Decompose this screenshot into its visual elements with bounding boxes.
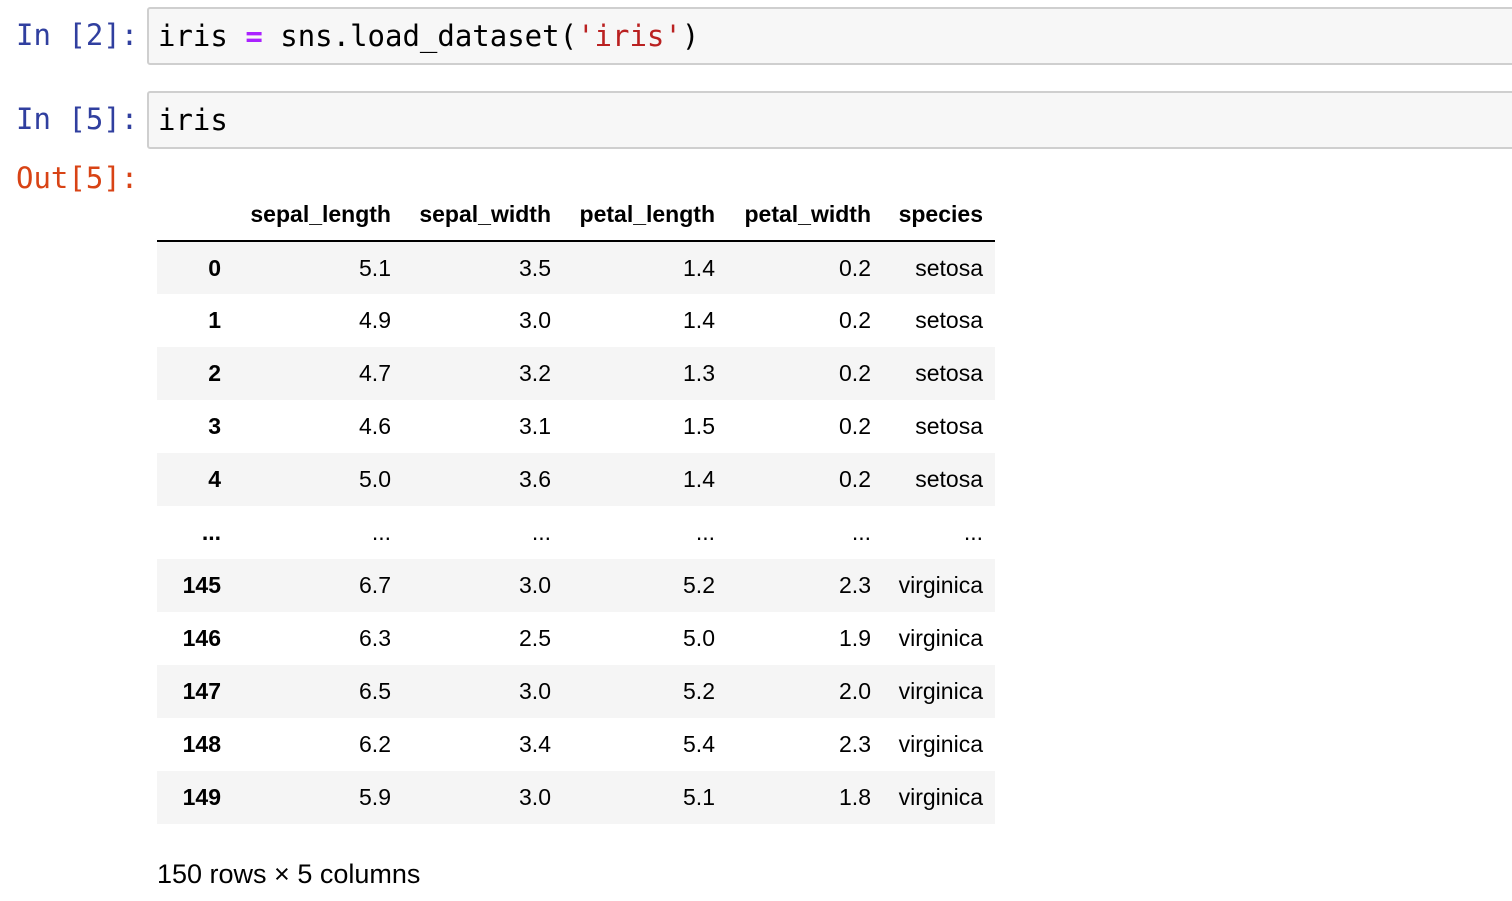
table-cell: 3.0 bbox=[519, 678, 551, 704]
table-cell: 3.1 bbox=[519, 413, 551, 439]
row-index: 4 bbox=[208, 466, 221, 492]
table-cell: ... bbox=[963, 519, 983, 545]
code-operator: = bbox=[245, 19, 263, 53]
table-cell: 2.3 bbox=[839, 731, 871, 757]
row-index: ... bbox=[201, 519, 221, 545]
table-row: 149 5.9 3.0 5.1 1.8 virginica bbox=[157, 771, 995, 824]
header-row: sepal_length sepal_width petal_length pe… bbox=[157, 188, 995, 242]
code-input-cell[interactable]: iris = sns.load_dataset('iris') bbox=[147, 7, 1512, 65]
table-cell: 5.4 bbox=[683, 731, 715, 757]
table-cell: 6.5 bbox=[359, 678, 391, 704]
table-cell: 1.5 bbox=[683, 413, 715, 439]
table-cell: 1.4 bbox=[683, 466, 715, 492]
index-header bbox=[157, 188, 233, 242]
table-row: 145 6.7 3.0 5.2 2.3 virginica bbox=[157, 559, 995, 612]
code-variable: iris bbox=[158, 19, 228, 53]
table-cell: 0.2 bbox=[839, 254, 871, 281]
table-cell: 0.2 bbox=[839, 466, 871, 492]
table-cell: 5.1 bbox=[359, 254, 391, 281]
table-cell: 0.2 bbox=[839, 360, 871, 386]
table-cell: virginica bbox=[898, 572, 983, 598]
table-cell: ... bbox=[851, 519, 871, 545]
table-cell: 3.0 bbox=[519, 572, 551, 598]
code-call: sns.load_dataset( bbox=[280, 19, 578, 53]
table-cell: 4.9 bbox=[359, 307, 391, 333]
table-cell: 3.0 bbox=[519, 784, 551, 810]
table-cell: 6.3 bbox=[359, 625, 391, 651]
table-cell: 5.1 bbox=[683, 784, 715, 810]
table-row: 1 4.9 3.0 1.4 0.2 setosa bbox=[157, 294, 995, 347]
column-header: petal_length bbox=[563, 188, 727, 242]
table-cell: setosa bbox=[915, 360, 983, 386]
table-cell: 5.2 bbox=[683, 678, 715, 704]
table-cell: 4.6 bbox=[359, 413, 391, 439]
table-cell: setosa bbox=[915, 466, 983, 492]
row-index: 1 bbox=[208, 307, 221, 333]
table-cell: 1.3 bbox=[683, 360, 715, 386]
table-cell: 1.4 bbox=[683, 307, 715, 333]
table-cell: virginica bbox=[898, 625, 983, 651]
code-editor[interactable]: iris bbox=[158, 100, 228, 140]
table-cell: setosa bbox=[915, 413, 983, 439]
table-cell: 0.2 bbox=[839, 413, 871, 439]
table-cell: 1.9 bbox=[839, 625, 871, 651]
table-row: 0 5.1 3.5 1.4 0.2 setosa bbox=[157, 241, 995, 294]
row-index: 147 bbox=[182, 678, 221, 704]
table-row: .................. bbox=[157, 506, 995, 559]
table-cell: 5.0 bbox=[683, 625, 715, 651]
dataframe-table: sepal_length sepal_width petal_length pe… bbox=[157, 188, 995, 824]
table-cell: virginica bbox=[898, 784, 983, 810]
row-index: 148 bbox=[182, 731, 221, 757]
table-row: 4 5.0 3.6 1.4 0.2 setosa bbox=[157, 453, 995, 506]
table-cell: ... bbox=[371, 519, 391, 545]
table-cell: 5.0 bbox=[359, 466, 391, 492]
table-row: 146 6.3 2.5 5.0 1.9 virginica bbox=[157, 612, 995, 665]
column-header: species bbox=[883, 188, 995, 242]
column-header: sepal_width bbox=[403, 188, 563, 242]
table-cell: 3.2 bbox=[519, 360, 551, 386]
row-index: 0 bbox=[208, 254, 221, 281]
table-cell: 6.2 bbox=[359, 731, 391, 757]
table-cell: 3.0 bbox=[519, 307, 551, 333]
row-index: 149 bbox=[182, 784, 221, 810]
table-cell: 0.2 bbox=[839, 307, 871, 333]
table-cell: 6.7 bbox=[359, 572, 391, 598]
table-cell: 2.3 bbox=[839, 572, 871, 598]
row-index: 2 bbox=[208, 360, 221, 386]
code-close-paren: ) bbox=[681, 19, 700, 53]
column-header: sepal_length bbox=[233, 188, 403, 242]
table-row: 3 4.6 3.1 1.5 0.2 setosa bbox=[157, 400, 995, 453]
table-row: 147 6.5 3.0 5.2 2.0 virginica bbox=[157, 665, 995, 718]
code-input-cell[interactable]: iris bbox=[147, 91, 1512, 149]
table-cell: 3.4 bbox=[519, 731, 551, 757]
code-string: 'iris' bbox=[577, 19, 682, 53]
table-cell: 5.9 bbox=[359, 784, 391, 810]
table-cell: 2.0 bbox=[839, 678, 871, 704]
input-prompt: In [5]: bbox=[16, 102, 139, 136]
table-cell: setosa bbox=[915, 307, 983, 333]
table-cell: 4.7 bbox=[359, 360, 391, 386]
table-cell: virginica bbox=[898, 678, 983, 704]
table-cell: 1.4 bbox=[683, 254, 715, 281]
table-row: 148 6.2 3.4 5.4 2.3 virginica bbox=[157, 718, 995, 771]
table-cell: 3.5 bbox=[519, 254, 551, 281]
table-row: 2 4.7 3.2 1.3 0.2 setosa bbox=[157, 347, 995, 400]
table-cell: 3.6 bbox=[519, 466, 551, 492]
table-body: 0 5.1 3.5 1.4 0.2 setosa 1 4.9 3.0 1.4 0.2 setosa 2 4… bbox=[157, 241, 995, 824]
table-cell: 2.5 bbox=[519, 625, 551, 651]
table-cell: ... bbox=[695, 519, 715, 545]
table-cell: setosa bbox=[915, 254, 983, 281]
output-prompt: Out[5]: bbox=[16, 161, 139, 195]
table-cell: ... bbox=[531, 519, 551, 545]
column-header: petal_width bbox=[727, 188, 883, 242]
input-prompt: In [2]: bbox=[16, 18, 139, 52]
shape-note: 150 rows × 5 columns bbox=[157, 859, 421, 889]
row-index: 145 bbox=[182, 572, 221, 598]
table-cell: 1.8 bbox=[839, 784, 871, 810]
table-cell: 5.2 bbox=[683, 572, 715, 598]
row-index: 3 bbox=[208, 413, 221, 439]
row-index: 146 bbox=[182, 625, 221, 651]
code-editor[interactable]: iris = sns.load_dataset('iris') bbox=[158, 16, 699, 56]
table-cell: virginica bbox=[898, 731, 983, 757]
